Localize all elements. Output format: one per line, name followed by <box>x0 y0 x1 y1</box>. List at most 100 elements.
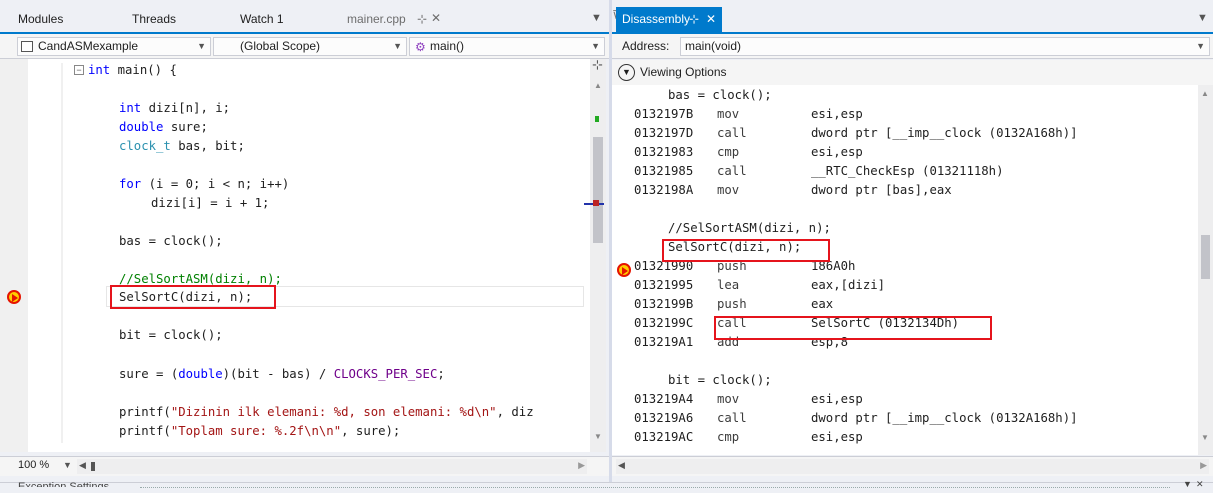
function-icon: ⚙ <box>415 40 426 54</box>
indicator-margin[interactable] <box>0 59 28 452</box>
execution-pointer-icon[interactable] <box>7 290 21 304</box>
scroll-up-icon[interactable]: ▲ <box>1201 89 1209 98</box>
instruction-operands: eax,[dizi] <box>811 278 886 292</box>
zoom-combo[interactable]: 100 % <box>17 458 55 475</box>
instruction-opcode: mov <box>717 107 740 121</box>
scrollbar-thumb[interactable] <box>593 137 603 243</box>
code-line-assign: dizi[i] = i + 1; <box>151 196 270 210</box>
tab-threads[interactable]: Threads <box>132 7 176 31</box>
expand-circle-icon[interactable]: ▼ <box>618 64 635 81</box>
exception-settings-title[interactable]: Exception Settings <box>18 477 109 487</box>
editor-horizontal-scrollbar[interactable]: ◀ ▶ <box>77 459 587 474</box>
instruction-address: 013219AC <box>634 430 694 444</box>
instruction-operands: esi,esp <box>811 107 863 121</box>
tab-list-dropdown-icon[interactable]: ▼ <box>591 12 602 24</box>
tab-mainer-cpp[interactable]: mainer.cpp <box>347 7 406 31</box>
code-line-bit: bit = clock(); <box>119 328 223 342</box>
instruction-operands: __RTC_CheckEsp (01321118h) <box>811 164 1004 178</box>
split-window-icon[interactable]: ⊹ <box>592 57 603 73</box>
instruction-address: 013219A4 <box>634 392 694 406</box>
instruction-address: 013219A1 <box>634 335 694 349</box>
instruction-address: 0132199B <box>634 297 694 311</box>
scroll-down-icon[interactable]: ▼ <box>594 432 602 441</box>
pin-icon[interactable]: ⊹ <box>417 12 427 26</box>
instruction-address: 0132198A <box>634 183 694 197</box>
instruction-opcode: mov <box>717 183 740 197</box>
function-combo[interactable]: ⚙ main() ▼ <box>409 37 605 56</box>
code-editor[interactable]: − int main() { int dizi[n], i; double su… <box>0 59 590 452</box>
collapse-guide <box>61 63 63 443</box>
breakpoint-marker <box>593 200 599 206</box>
disassembly-vertical-scrollbar[interactable]: ▲ ▼ <box>1198 85 1213 455</box>
address-input[interactable]: main(void) ▼ <box>680 37 1210 56</box>
code-line-bas: bas = clock(); <box>119 234 223 248</box>
code-line-printf-2: printf("Toplam sure: %.2f\n\n", sure); <box>119 424 401 438</box>
instruction-opcode: cmp <box>717 430 740 444</box>
navigation-bar: CandASMexample ▼ (Global Scope) ▼ ⚙ main… <box>0 34 609 59</box>
pin-icon[interactable]: ⊹ <box>689 7 699 31</box>
code-line-decl-dizi: int dizi[n], i; <box>119 101 231 115</box>
editor-vertical-scrollbar[interactable]: ⊹ ▲ ▼ <box>584 57 606 452</box>
hscroll-thumb[interactable] <box>91 462 95 471</box>
tab-watch-1[interactable]: Watch 1 <box>240 7 284 31</box>
editor-status-bar: 100 % ▼ ◀ ▶ <box>0 456 609 476</box>
scroll-right-icon[interactable]: ▶ <box>578 460 585 471</box>
instruction-operands: esi,esp <box>811 430 863 444</box>
zoom-chevron-down-icon[interactable]: ▼ <box>63 460 72 470</box>
address-value: main(void) <box>685 39 742 53</box>
instruction-operands: esi,esp <box>811 145 863 159</box>
project-name: CandASMexample <box>38 39 139 53</box>
scroll-left-icon[interactable]: ◀ <box>618 460 625 471</box>
window-menu-icon[interactable]: ▼ <box>1183 479 1192 489</box>
project-combo[interactable]: CandASMexample ▼ <box>17 37 211 56</box>
chevron-down-icon: ▼ <box>393 41 402 51</box>
tab-modules[interactable]: Modules <box>18 7 63 31</box>
instruction-operands: dword ptr [__imp__clock (0132A168h)] <box>811 411 1078 425</box>
instruction-address: 0132199C <box>634 316 694 330</box>
close-icon[interactable]: ✕ <box>1196 479 1204 490</box>
scope-combo[interactable]: (Global Scope) ▼ <box>213 37 407 56</box>
code-line-for: for (i = 0; i < n; i++) <box>119 177 290 191</box>
disassembly-horizontal-scrollbar[interactable]: ◀ ▶ <box>616 459 1209 474</box>
scroll-up-icon[interactable]: ▲ <box>594 81 602 90</box>
change-marker <box>595 116 599 122</box>
scroll-left-icon[interactable]: ◀ <box>79 460 86 471</box>
collapse-icon[interactable]: − <box>74 65 84 75</box>
instruction-opcode: call <box>717 126 747 140</box>
instruction-operands: dword ptr [__imp__clock (0132A168h)] <box>811 126 1078 140</box>
tab-list-dropdown-icon[interactable]: ▼ <box>1197 12 1208 24</box>
instruction-opcode: lea <box>717 278 740 292</box>
instruction-operands: dword ptr [bas],eax <box>811 183 952 197</box>
close-icon[interactable]: ✕ <box>706 7 716 31</box>
code-line-printf-1: printf("Dizinin ilk elemani: %d, son ele… <box>119 405 534 419</box>
instruction-address: 01321983 <box>634 145 694 159</box>
instruction-operands: eax <box>811 297 834 311</box>
zoom-level: 100 % <box>18 459 50 471</box>
instruction-opcode: cmp <box>717 145 740 159</box>
code-editor-pane: Modules Threads Watch 1 mainer.cpp ⊹ ✕ ▼… <box>0 0 609 493</box>
disassembly-status-bar: ◀ ▶ <box>612 456 1213 476</box>
instruction-opcode: call <box>717 164 747 178</box>
instruction-opcode: mov <box>717 392 740 406</box>
project-icon <box>21 41 33 52</box>
instruction-opcode: call <box>717 411 747 425</box>
code-line-decl-clock: clock_t bas, bit; <box>119 139 245 153</box>
source-line: bit = clock(); <box>668 373 772 387</box>
code-line-main: int main() { <box>88 63 177 77</box>
left-tab-bar: Modules Threads Watch 1 mainer.cpp ⊹ ✕ ▼ <box>0 0 609 34</box>
tab-disassembly[interactable]: Disassembly ⊹ ✕ <box>616 7 722 32</box>
function-name: main() <box>430 39 465 53</box>
code-line-decl-sure: double sure; <box>119 120 208 134</box>
scroll-right-icon[interactable]: ▶ <box>1200 460 1207 471</box>
highlight-box-source-line <box>662 239 830 262</box>
viewing-options-toggle[interactable]: Viewing Options <box>640 65 727 79</box>
source-line: bas = clock(); <box>668 88 772 102</box>
scroll-down-icon[interactable]: ▼ <box>1201 433 1209 442</box>
execution-pointer-icon[interactable] <box>617 263 631 277</box>
viewing-options-bar: ▼ Viewing Options <box>612 60 1213 85</box>
scrollbar-thumb[interactable] <box>1201 235 1210 279</box>
chevron-down-icon: ▼ <box>591 41 600 51</box>
disassembly-view[interactable]: bas = clock(); 0132197B mov esi,esp 0132197D… <box>612 85 1198 455</box>
disassembly-pane: ⊽ Disassembly ⊹ ✕ ▼ Address: main(void) … <box>612 0 1213 493</box>
close-icon[interactable]: ✕ <box>431 11 441 25</box>
